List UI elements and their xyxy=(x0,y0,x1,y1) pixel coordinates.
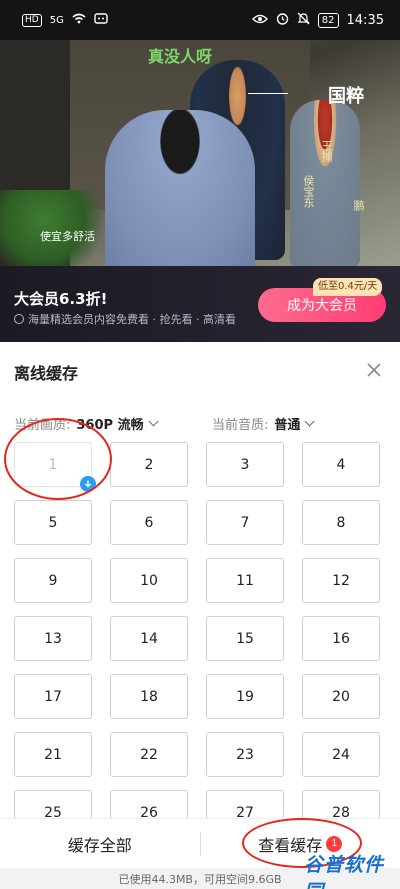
status-right: 82 14:35 xyxy=(251,12,384,29)
episode-item[interactable]: 24 xyxy=(302,732,380,777)
episode-item[interactable]: 21 xyxy=(14,732,92,777)
episode-number: 1 xyxy=(48,456,58,473)
promo-title: 大会员6.3折! xyxy=(14,290,108,308)
watermark-logo: 谷普软件园 xyxy=(304,854,385,889)
episode-number: 23 xyxy=(236,746,254,763)
video-scene-woman xyxy=(105,110,255,266)
battery-indicator: 82 xyxy=(317,12,339,28)
video-overlay-text: 真没人呀 xyxy=(148,47,213,66)
mute-icon xyxy=(297,12,310,29)
status-bar: HD 5G 82 14:35 xyxy=(0,0,400,40)
episode-item[interactable]: 8 xyxy=(302,500,380,545)
episode-item[interactable]: 7 xyxy=(206,500,284,545)
status-left: HD 5G xyxy=(22,12,108,28)
episode-item[interactable]: 5 xyxy=(14,500,92,545)
episode-number: 17 xyxy=(44,688,62,705)
episode-number: 18 xyxy=(140,688,158,705)
chevron-down-icon xyxy=(148,416,159,427)
audio-quality-selector[interactable]: 当前音质: 普通 xyxy=(212,414,315,433)
episode-item[interactable]: 22 xyxy=(110,732,188,777)
episode-number: 22 xyxy=(140,746,158,763)
episode-item[interactable]: 20 xyxy=(302,674,380,719)
episode-number: 24 xyxy=(332,746,350,763)
video-subtitle: 使宜多舒活 xyxy=(40,230,95,243)
episode-item[interactable]: 19 xyxy=(206,674,284,719)
episode-number: 16 xyxy=(332,630,350,647)
close-icon[interactable] xyxy=(364,360,384,380)
clock: 14:35 xyxy=(346,12,384,28)
episode-number: 8 xyxy=(336,514,346,531)
episode-number: 21 xyxy=(44,746,62,763)
episode-item[interactable]: 9 xyxy=(14,558,92,603)
episode-number: 2 xyxy=(144,456,154,473)
audio-quality-value: 普通 xyxy=(274,418,301,433)
episode-item[interactable]: 15 xyxy=(206,616,284,661)
episode-number: 15 xyxy=(236,630,254,647)
audio-quality-label: 当前音质: xyxy=(212,418,269,433)
eye-icon xyxy=(251,13,268,28)
video-player[interactable]: 真没人呀 国粹 王捕 侯宝东 鹏 使宜多舒活 xyxy=(0,40,400,266)
video-quality-value: 360P 流畅 xyxy=(76,418,144,433)
episode-item[interactable]: 4 xyxy=(302,442,380,487)
hd-icon: HD xyxy=(22,13,42,27)
episode-number: 10 xyxy=(140,572,158,589)
episode-number: 19 xyxy=(236,688,254,705)
episode-item[interactable]: 18 xyxy=(110,674,188,719)
offline-cache-panel: 离线缓存 当前画质: 360P 流畅 当前音质: 普通 1 2 3 4 5 6 7 8 9 10 1… xyxy=(0,342,400,889)
episode-item[interactable]: 3 xyxy=(206,442,284,487)
cast-caption-3: 鹏 xyxy=(352,200,365,211)
clock-icon xyxy=(14,314,24,324)
episode-number: 7 xyxy=(240,514,250,531)
episode-number: 13 xyxy=(44,630,62,647)
video-quality-label: 当前画质: xyxy=(14,418,71,433)
episode-item[interactable]: 17 xyxy=(14,674,92,719)
episode-item[interactable]: 2 xyxy=(110,442,188,487)
cache-all-button[interactable]: 缓存全部 xyxy=(0,818,200,869)
episode-item[interactable]: 13 xyxy=(14,616,92,661)
episode-item[interactable]: 1 xyxy=(14,442,96,492)
episode-item[interactable]: 16 xyxy=(302,616,380,661)
app-notification-icon xyxy=(94,12,108,28)
price-tag: 低至0.4元/天 xyxy=(313,278,383,296)
video-quality-selector[interactable]: 当前画质: 360P 流畅 xyxy=(14,414,159,433)
episode-number: 4 xyxy=(336,456,346,473)
episode-item[interactable]: 23 xyxy=(206,732,284,777)
app-root: HD 5G 82 14:35 真没人呀 国粹 王捕 侯宝东 鹏 使宜多舒活 大会… xyxy=(0,0,400,889)
episode-grid: 1 2 3 4 5 6 7 8 9 10 11 12 13 14 15 16 17 18 19 20 21 22 23 24 2… xyxy=(14,442,382,835)
episode-number: 6 xyxy=(144,514,154,531)
episode-item[interactable]: 14 xyxy=(110,616,188,661)
episode-number: 12 xyxy=(332,572,350,589)
panel-title: 离线缓存 xyxy=(14,364,79,383)
cast-caption-2: 侯宝东 xyxy=(302,175,315,208)
promo-subtitle: 海量精选会员内容免费看 · 抢先看 · 高清看 xyxy=(28,313,236,326)
promo-subtitle-row: 海量精选会员内容免费看 · 抢先看 · 高清看 xyxy=(14,311,236,327)
network-label: 5G xyxy=(49,14,64,26)
episode-number: 9 xyxy=(48,572,58,589)
episode-number: 5 xyxy=(48,514,58,531)
episode-item[interactable]: 10 xyxy=(110,558,188,603)
episode-item[interactable]: 12 xyxy=(302,558,380,603)
episode-item[interactable]: 11 xyxy=(206,558,284,603)
episode-number: 14 xyxy=(140,630,158,647)
download-icon xyxy=(80,476,96,492)
chevron-down-icon xyxy=(304,416,315,427)
channel-logo: 国粹 xyxy=(328,86,364,107)
episode-number: 11 xyxy=(236,572,254,589)
video-overlay-line xyxy=(248,93,288,94)
wifi-icon xyxy=(72,13,86,28)
alarm-icon xyxy=(276,12,289,29)
episode-number: 3 xyxy=(240,456,250,473)
cast-caption-1: 王捕 xyxy=(320,140,333,162)
episode-item[interactable]: 6 xyxy=(110,500,188,545)
episode-number: 20 xyxy=(332,688,350,705)
